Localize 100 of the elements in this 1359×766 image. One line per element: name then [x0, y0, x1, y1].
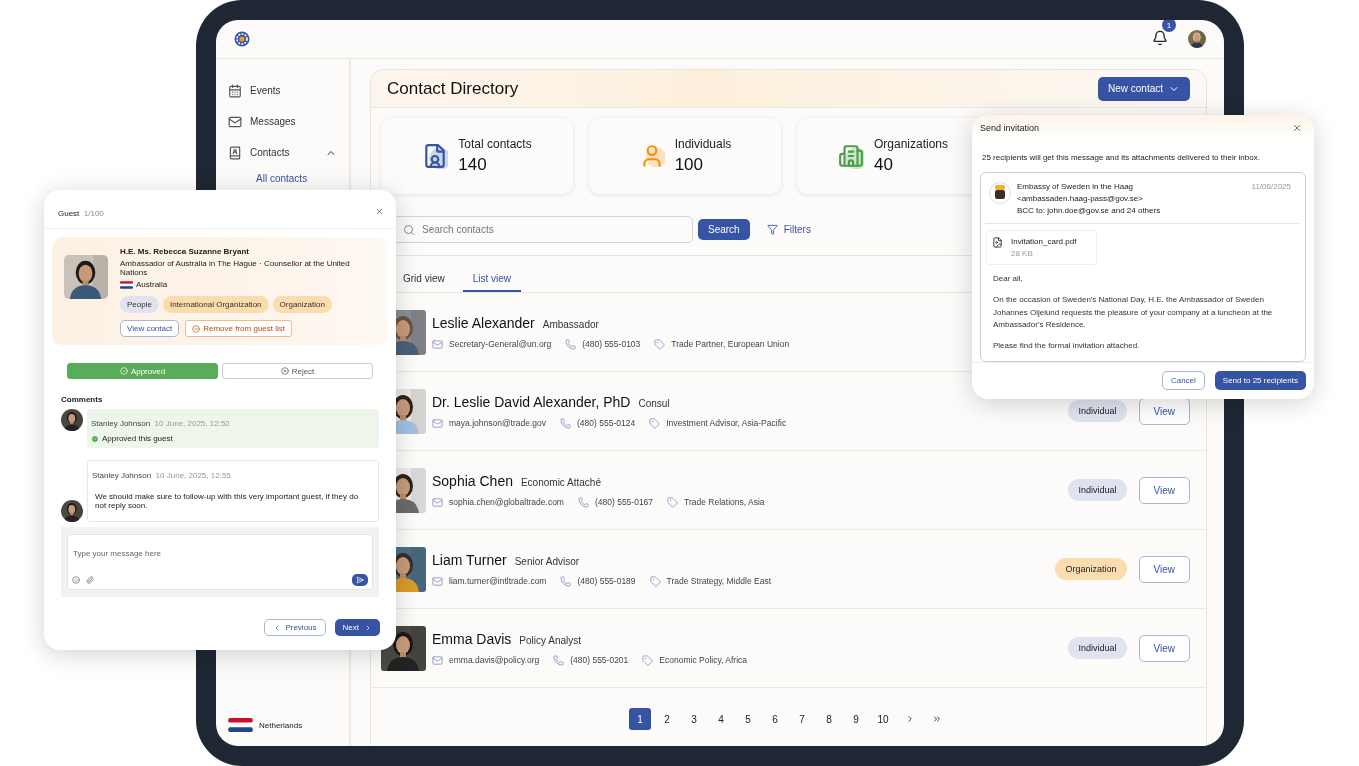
notification-bell-icon[interactable] — [1152, 30, 1168, 46]
page-button[interactable]: 5 — [737, 708, 759, 730]
calendar-icon — [228, 83, 242, 98]
view-button[interactable]: View — [1138, 476, 1190, 504]
contact-phone: (480) 555-0124 — [577, 418, 636, 428]
close-icon[interactable] — [1292, 123, 1302, 133]
view-tab[interactable]: Grid view — [393, 269, 455, 292]
skip-to-end-icon — [932, 713, 942, 725]
comments-heading: Comments — [61, 395, 103, 404]
contact-tags: Trade Relations, Asia — [684, 497, 765, 507]
guest-tag: Organization — [272, 296, 332, 313]
tag-icon — [649, 575, 661, 587]
comment-time: 10 June, 2025, 12:52 — [154, 419, 230, 428]
contact-title: Senior Advisor — [514, 555, 580, 567]
view-contact-button[interactable]: View contact — [120, 320, 180, 337]
contact-tags: Trade Partner, European Union — [671, 339, 790, 349]
flag-icon — [228, 718, 253, 732]
chevron-right-icon — [364, 623, 372, 632]
contact-name: Dr. Leslie David Alexander, PhD — [432, 393, 631, 410]
send-button[interactable] — [352, 574, 368, 586]
dialog-title: Send invitation — [980, 123, 1040, 133]
view-button[interactable]: View — [1138, 397, 1190, 425]
send-icon — [356, 576, 364, 584]
contact-email: maya.johnson@trade.gov — [449, 418, 546, 428]
dialog-title: Guest — [58, 209, 80, 218]
sidebar-item[interactable]: Events — [228, 75, 349, 106]
page-button[interactable]: 3 — [683, 708, 705, 730]
x-circle-icon — [280, 367, 289, 375]
decision-button[interactable]: Reject — [222, 363, 373, 379]
invitation-info: 25 recipients will get this message and its attachments delivered to their inbox. — [982, 153, 1260, 162]
chevron-right-icon — [905, 713, 915, 725]
attach-icon[interactable] — [86, 576, 94, 584]
attachment-name: Invitation_card.pdf — [1011, 237, 1077, 246]
contact-phone: (480) 555-0167 — [594, 497, 654, 507]
page-button[interactable]: 6 — [764, 708, 786, 730]
filter-icon — [766, 224, 778, 235]
mail-icon — [432, 417, 443, 429]
page-button[interactable]: 8 — [818, 708, 840, 730]
page-button[interactable]: 9 — [845, 708, 867, 730]
stat-label: Organizations — [873, 137, 948, 151]
search-button[interactable]: Search — [698, 219, 750, 240]
contact-email: emma.davis@policy.org — [449, 655, 540, 665]
stat-label: Total contacts — [458, 137, 532, 151]
stat-label: Individuals — [674, 137, 732, 151]
mail-icon — [432, 654, 443, 666]
view-button[interactable]: View — [1138, 634, 1190, 662]
contact-title: Ambassador — [542, 318, 599, 330]
file-icon — [992, 237, 1003, 248]
country-label: Netherlands — [259, 720, 303, 730]
page-button[interactable]: 10 — [872, 708, 894, 730]
minus-circle-icon — [192, 324, 201, 333]
sidebar-item[interactable]: Messages — [228, 106, 349, 137]
attachment-size: 28 KB — [1011, 249, 1034, 258]
stat-value: 100 — [674, 155, 704, 175]
contact-name: Emma Davis — [432, 630, 512, 647]
page-button[interactable]: 1 — [629, 708, 651, 730]
contact-email: sophia.chen@globaltrade.com — [449, 497, 564, 507]
next-button[interactable]: Next — [334, 619, 380, 636]
contact-type-badge: Individual — [1068, 479, 1127, 501]
flag-icon — [120, 280, 133, 289]
comment-author: Stanley Johnson — [91, 419, 151, 428]
attachment-card[interactable]: Invitation_card.pdf 28 KB — [986, 230, 1098, 265]
sidebar-item[interactable]: Contacts — [228, 137, 349, 168]
sidebar-subitem[interactable]: All contacts — [228, 168, 349, 184]
view-button[interactable]: View — [1138, 555, 1190, 583]
email-paragraph: On the occasion of Sweden's National Day, H.E. the Ambassador of Sweden Johannes Oljelund requests the pleasure of your company at a luncheon at the Ambassador's Residence. — [993, 293, 1274, 332]
tag-icon — [649, 417, 661, 429]
view-tab[interactable]: List view — [462, 269, 522, 292]
remove-guest-button[interactable]: Remove from guest list — [185, 320, 293, 337]
phone-icon — [560, 575, 572, 587]
mail-icon — [432, 575, 443, 587]
contact-book-icon — [228, 145, 242, 160]
tag-icon — [654, 338, 666, 350]
page-button[interactable]: 4 — [710, 708, 732, 730]
page-title: Contact Directory — [387, 78, 519, 99]
stat-value: 140 — [458, 155, 488, 175]
new-contact-button[interactable]: New contact — [1097, 76, 1190, 101]
close-icon[interactable] — [375, 206, 384, 216]
comment-text: Approved this guest — [102, 434, 173, 443]
search-field[interactable]: Search contacts — [393, 216, 693, 243]
cancel-button[interactable]: Cancel — [1161, 371, 1205, 390]
contact-title: Economic Attaché — [520, 476, 601, 488]
guest-name: H.E. Ms. Rebecca Suzanne Bryant — [120, 247, 250, 256]
page-button[interactable]: 2 — [656, 708, 678, 730]
message-field[interactable]: Type your message here — [67, 534, 373, 590]
filters-button[interactable]: Filters — [760, 223, 817, 236]
previous-button[interactable]: Previous — [264, 619, 326, 636]
sender-email: <ambassaden.haag-pass@gov.se> — [1017, 194, 1144, 203]
page-button[interactable]: 7 — [791, 708, 813, 730]
sender-name: Embassy of Sweden in the Haag — [1017, 182, 1135, 191]
phone-icon — [560, 417, 571, 429]
contact-email: liam.turner@intltrade.com — [449, 576, 547, 586]
send-invitation-button[interactable]: Send to 25 recipients — [1214, 371, 1306, 390]
search-icon — [403, 224, 415, 236]
email-paragraph: Dear all, — [993, 273, 1024, 285]
mail-icon — [432, 338, 443, 350]
contact-phone: (480) 555-0201 — [570, 655, 629, 665]
guest-tag: International Organization — [162, 296, 269, 313]
emoji-icon[interactable] — [72, 576, 80, 584]
building-icon — [837, 143, 864, 169]
